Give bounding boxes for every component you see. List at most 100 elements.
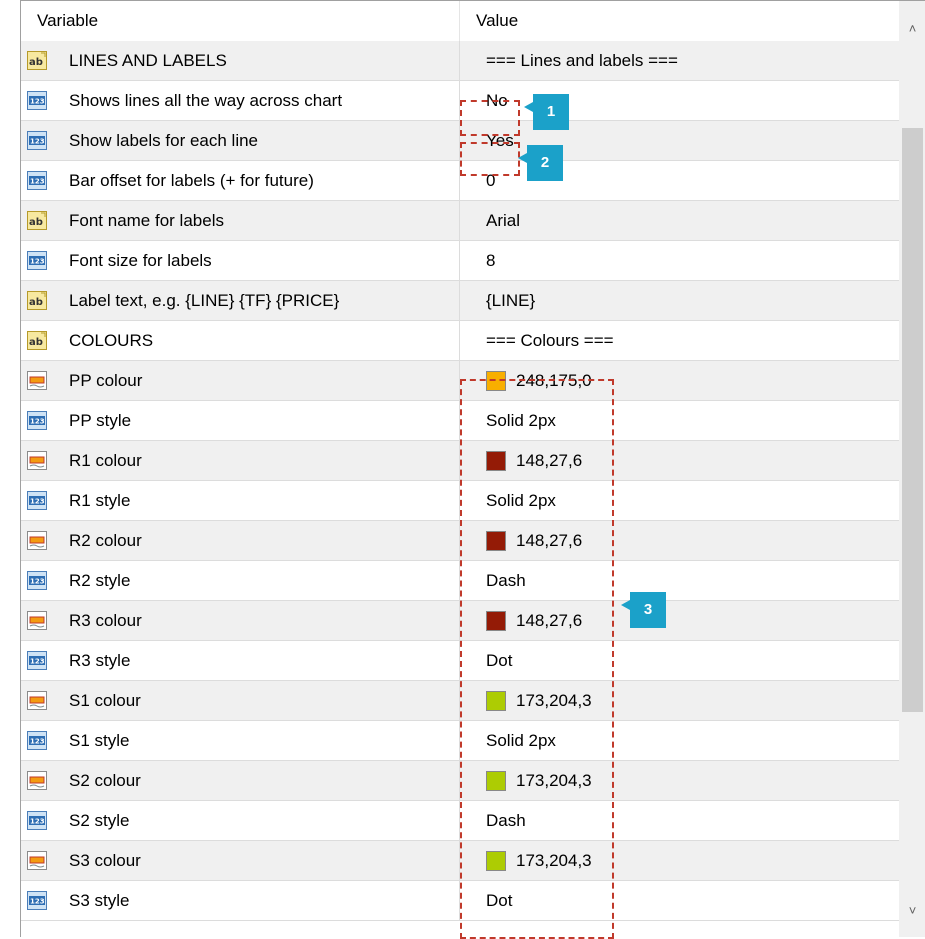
number-param-icon: 123 <box>27 891 47 910</box>
highlight-box-3 <box>460 379 614 939</box>
svg-text:123: 123 <box>30 498 45 506</box>
variable-cell[interactable]: 123 Shows lines all the way across chart <box>21 81 460 121</box>
value-cell[interactable]: 0 <box>460 161 899 201</box>
svg-text:123: 123 <box>30 98 45 106</box>
number-param-icon: 123 <box>27 651 47 670</box>
column-header-variable[interactable]: Variable <box>21 1 460 41</box>
variable-name: S2 colour <box>69 771 141 790</box>
svg-text:123: 123 <box>30 658 45 666</box>
number-param-icon: 123 <box>27 491 47 510</box>
number-param-icon: 123 <box>27 571 47 590</box>
variable-cell[interactable]: 123 R2 style <box>21 561 460 601</box>
callout-2: 2 <box>518 145 563 181</box>
variable-cell[interactable]: 123 PP style <box>21 401 460 441</box>
value-text: {LINE} <box>486 291 536 310</box>
variable-cell[interactable]: 123 S2 style <box>21 801 460 841</box>
variable-cell[interactable]: 123 R3 style <box>21 641 460 681</box>
variable-cell[interactable]: ab LINES AND LABELS <box>21 41 460 81</box>
value-text: 8 <box>486 251 496 270</box>
value-cell[interactable]: No <box>460 81 899 121</box>
variable-cell[interactable]: 123 Show labels for each line <box>21 121 460 161</box>
variable-cell[interactable]: S3 colour <box>21 841 460 881</box>
svg-text:123: 123 <box>30 738 45 746</box>
variable-name: R3 style <box>69 651 131 670</box>
value-cell[interactable]: {LINE} <box>460 281 899 321</box>
value-cell[interactable]: === Colours === <box>460 321 899 361</box>
variable-name: S3 colour <box>69 851 141 870</box>
table-row[interactable]: ab Label text, e.g. {LINE} {TF} {PRICE} {L… <box>21 281 899 321</box>
variable-cell[interactable]: 123 Font size for labels <box>21 241 460 281</box>
variable-cell[interactable]: ab COLOURS <box>21 321 460 361</box>
number-param-icon: 123 <box>27 411 47 430</box>
svg-text:ab: ab <box>29 57 43 68</box>
number-param-icon: 123 <box>27 131 47 150</box>
scrollbar-thumb[interactable] <box>902 128 923 712</box>
column-header-value[interactable]: Value <box>460 1 899 41</box>
variable-cell[interactable]: 123 Bar offset for labels (+ for future) <box>21 161 460 201</box>
variable-name: R2 style <box>69 571 131 590</box>
value-cell[interactable]: Arial <box>460 201 899 241</box>
vertical-scrollbar[interactable]: ˄ ˅ <box>899 1 925 937</box>
scroll-up-icon[interactable]: ˄ <box>899 15 925 42</box>
variable-cell[interactable]: R1 colour <box>21 441 460 481</box>
number-param-icon: 123 <box>27 171 47 190</box>
color-param-icon <box>27 851 47 870</box>
variable-cell[interactable]: S1 colour <box>21 681 460 721</box>
svg-text:ab: ab <box>29 297 43 308</box>
number-param-icon: 123 <box>27 251 47 270</box>
variable-name: Font size for labels <box>69 251 212 270</box>
svg-text:123: 123 <box>30 898 45 906</box>
value-text: Arial <box>486 211 521 230</box>
svg-text:123: 123 <box>30 578 45 586</box>
variable-cell[interactable]: R2 colour <box>21 521 460 561</box>
number-param-icon: 123 <box>27 811 47 830</box>
table-row[interactable]: ab Font name for labels Arial <box>21 201 899 241</box>
variable-cell[interactable]: ab Label text, e.g. {LINE} {TF} {PRICE} <box>21 281 460 321</box>
highlight-box-1 <box>460 100 520 136</box>
value-cell[interactable]: === Lines and labels === <box>460 41 899 81</box>
svg-text:123: 123 <box>30 818 45 826</box>
svg-text:ab: ab <box>29 217 43 228</box>
table-row[interactable]: 123 Font size for labels 8 <box>21 241 899 281</box>
variable-cell[interactable]: 123 S3 style <box>21 881 460 921</box>
callout-1: 1 <box>524 94 569 130</box>
svg-text:123: 123 <box>30 418 45 426</box>
variable-name: S1 colour <box>69 691 141 710</box>
variable-name: S3 style <box>69 891 130 910</box>
value-cell[interactable]: 8 <box>460 241 899 281</box>
callout-3: 3 <box>621 592 666 628</box>
highlight-box-2 <box>460 142 520 176</box>
table-row[interactable]: ab COLOURS === Colours === <box>21 321 899 361</box>
variable-name: PP colour <box>69 371 143 390</box>
variable-cell[interactable]: S2 colour <box>21 761 460 801</box>
string-param-icon: ab <box>27 211 47 230</box>
variable-name: LINES AND LABELS <box>69 51 227 70</box>
svg-text:ab: ab <box>29 337 43 348</box>
variable-name: S2 style <box>69 811 130 830</box>
color-param-icon <box>27 771 47 790</box>
variable-name: R1 colour <box>69 451 142 470</box>
color-param-icon <box>27 371 47 390</box>
color-param-icon <box>27 451 47 470</box>
variable-cell[interactable]: ab Font name for labels <box>21 201 460 241</box>
variable-cell[interactable]: 123 R1 style <box>21 481 460 521</box>
svg-text:123: 123 <box>30 178 45 186</box>
value-text: === Lines and labels === <box>486 51 678 70</box>
variable-name: Show labels for each line <box>69 131 259 150</box>
grid-header: Variable Value <box>21 1 899 42</box>
scroll-down-icon[interactable]: ˅ <box>899 897 925 924</box>
color-param-icon <box>27 531 47 550</box>
value-text: === Colours === <box>486 331 614 350</box>
variable-name: Label text, e.g. {LINE} {TF} {PRICE} <box>69 291 340 310</box>
string-param-icon: ab <box>27 51 47 70</box>
table-row[interactable]: ab LINES AND LABELS === Lines and labels =… <box>21 41 899 81</box>
variable-cell[interactable]: R3 colour <box>21 601 460 641</box>
variable-name: S1 style <box>69 731 130 750</box>
color-param-icon <box>27 691 47 710</box>
variable-cell[interactable]: PP colour <box>21 361 460 401</box>
string-param-icon: ab <box>27 331 47 350</box>
variable-name: PP style <box>69 411 132 430</box>
variable-name: Bar offset for labels (+ for future) <box>69 171 314 190</box>
number-param-icon: 123 <box>27 91 47 110</box>
variable-cell[interactable]: 123 S1 style <box>21 721 460 761</box>
